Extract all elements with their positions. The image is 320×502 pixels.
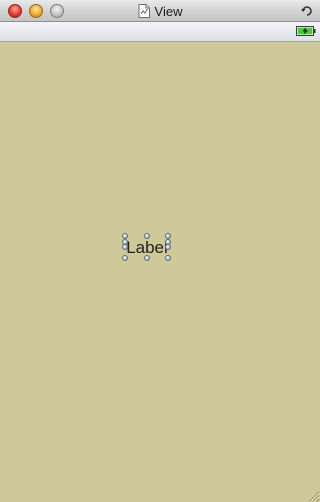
simulator-window: View Label [0,0,320,502]
title-group: View [0,0,320,22]
status-bar [0,22,320,42]
main-view[interactable]: Label [0,42,320,502]
selected-label[interactable]: Label [122,233,171,261]
battery-charging-icon [296,26,316,36]
title-bar[interactable]: View [0,0,320,22]
zoom-button[interactable] [50,4,64,18]
selection-handle-icon[interactable] [165,255,171,261]
selection-handle-icon[interactable] [144,255,150,261]
document-icon [138,4,150,18]
selection-handle-icon[interactable] [144,233,150,239]
resize-grip-icon[interactable] [306,488,320,502]
minimize-button[interactable] [29,4,43,18]
selection-handle-icon[interactable] [122,244,128,250]
selection-handle-icon[interactable] [165,244,171,250]
rotate-icon[interactable] [301,4,313,16]
selection-handle-icon[interactable] [122,255,128,261]
close-button[interactable] [8,4,22,18]
window-title: View [154,3,183,19]
